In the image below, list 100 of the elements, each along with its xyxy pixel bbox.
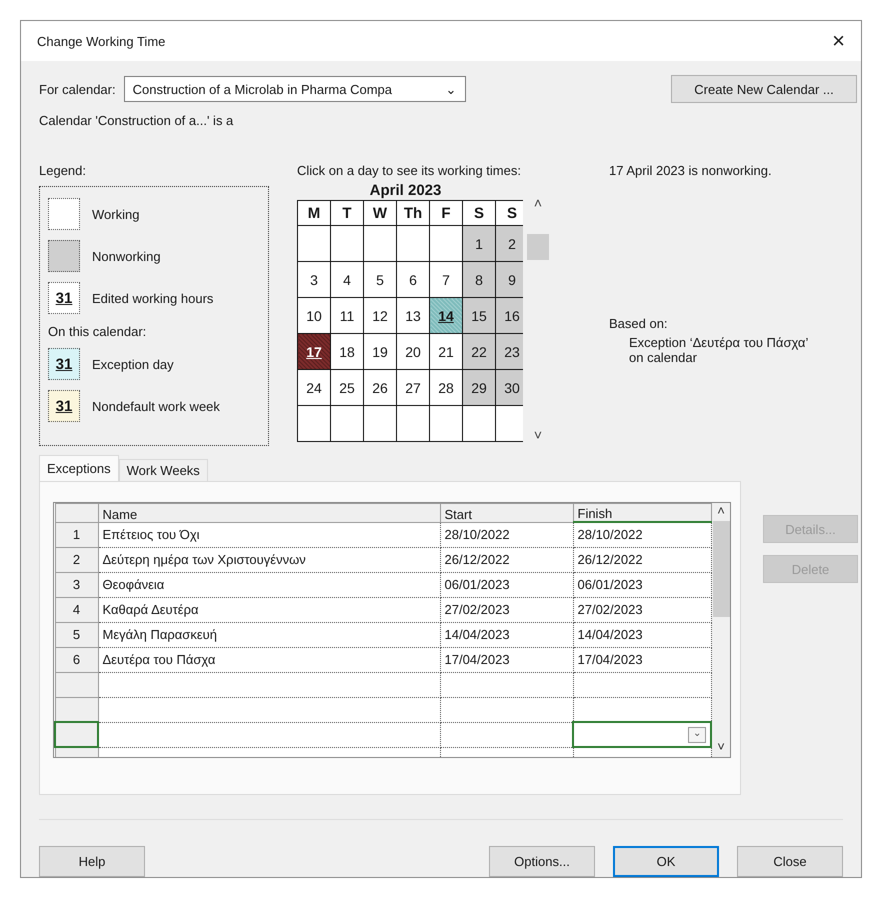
scrollbar-thumb[interactable] bbox=[527, 234, 549, 260]
day-cell[interactable]: 28 bbox=[430, 370, 462, 406]
day-cell[interactable]: 15 bbox=[462, 298, 496, 334]
name-cell[interactable]: Καθαρά Δευτέρα bbox=[98, 597, 440, 622]
legend-swatch bbox=[48, 240, 80, 272]
day-cell[interactable]: 19 bbox=[364, 334, 396, 370]
finish-cell[interactable]: 14/04/2023 bbox=[573, 622, 711, 647]
day-cell[interactable]: 7 bbox=[430, 262, 462, 298]
legend-text: Working bbox=[92, 206, 140, 222]
finish-cell[interactable]: 26/12/2022 bbox=[573, 547, 711, 572]
day-cell[interactable]: 8 bbox=[462, 262, 496, 298]
day-cell[interactable]: 23 bbox=[496, 334, 523, 370]
scroll-down-button[interactable]: ˅ bbox=[534, 428, 542, 442]
day-cell[interactable]: 11 bbox=[330, 298, 364, 334]
start-cell[interactable]: 14/04/2023 bbox=[440, 622, 573, 647]
finish-input[interactable]: ⌄ bbox=[573, 722, 711, 747]
legend-swatch bbox=[48, 198, 80, 230]
day-cell[interactable]: 13 bbox=[396, 298, 430, 334]
scrollbar-thumb[interactable] bbox=[712, 521, 730, 617]
day-cell[interactable]: 27 bbox=[396, 370, 430, 406]
calendar-dropdown[interactable]: Construction of a Microlab in Pharma Compa ⌄ bbox=[124, 76, 466, 102]
name-cell[interactable]: Δεύτερη ημέρα των Χριστουγέννων bbox=[98, 547, 440, 572]
day-cell[interactable]: 5 bbox=[364, 262, 396, 298]
day-cell[interactable]: 1 bbox=[462, 226, 496, 262]
name-cell[interactable]: Επέτειος του Όχι bbox=[98, 522, 440, 547]
scroll-up-button[interactable]: ˄ bbox=[534, 196, 542, 210]
day-cell[interactable]: 6 bbox=[396, 262, 430, 298]
legend-swatch: 31 bbox=[48, 348, 80, 380]
start-cell[interactable]: 26/12/2022 bbox=[440, 547, 573, 572]
tab[interactable]: Work Weeks bbox=[118, 459, 208, 481]
weekday-header: Th bbox=[396, 200, 430, 226]
help-button[interactable]: Help bbox=[39, 846, 145, 877]
day-cell[interactable]: 30 bbox=[496, 370, 523, 406]
dropdown-button[interactable]: ⌄ bbox=[688, 726, 706, 742]
weekday-header: T bbox=[330, 200, 364, 226]
column-header[interactable]: Finish bbox=[573, 504, 711, 522]
legend-text: Edited working hours bbox=[92, 290, 214, 306]
create-calendar-button[interactable]: Create New Calendar ... bbox=[671, 75, 857, 103]
close-button[interactable]: Close bbox=[737, 846, 843, 877]
legend-text: Exception day bbox=[92, 356, 174, 372]
month-title: April 2023 bbox=[368, 182, 442, 200]
legend-text: Nondefault work week bbox=[92, 398, 220, 414]
finish-cell[interactable]: 28/10/2022 bbox=[573, 522, 711, 547]
calendar-note: Calendar 'Construction of a...' is a bbox=[39, 113, 234, 130]
column-header[interactable]: Name bbox=[98, 504, 440, 522]
row-number: 1 bbox=[55, 522, 98, 547]
day-cell[interactable]: 17 bbox=[298, 334, 330, 370]
start-cell[interactable]: 06/01/2023 bbox=[440, 572, 573, 597]
start-cell[interactable]: 17/04/2023 bbox=[440, 647, 573, 672]
legend-swatch: 31 bbox=[48, 390, 80, 422]
tab[interactable]: Exceptions bbox=[39, 455, 119, 481]
field-label: For calendar: bbox=[39, 82, 116, 96]
row-number: 5 bbox=[55, 622, 98, 647]
day-cell[interactable]: 3 bbox=[298, 262, 330, 298]
column-header[interactable]: Start bbox=[440, 504, 573, 522]
weekday-header: F bbox=[430, 200, 462, 226]
finish-cell[interactable]: 27/02/2023 bbox=[573, 597, 711, 622]
legend-label: Legend: bbox=[39, 163, 87, 178]
day-cell[interactable]: 29 bbox=[462, 370, 496, 406]
day-cell[interactable]: 9 bbox=[496, 262, 523, 298]
day-cell[interactable]: 10 bbox=[298, 298, 330, 334]
row-number: 6 bbox=[55, 647, 98, 672]
legend-heading: On this calendar: bbox=[48, 324, 146, 338]
window-title: Change Working Time bbox=[37, 34, 166, 48]
start-cell[interactable]: 27/02/2023 bbox=[440, 597, 573, 622]
name-cell[interactable]: Θεοφάνεια bbox=[98, 572, 440, 597]
legend-swatch: 31 bbox=[48, 282, 80, 314]
day-cell[interactable]: 12 bbox=[364, 298, 396, 334]
weekday-header: W bbox=[364, 200, 396, 226]
weekday-header: S bbox=[496, 200, 523, 226]
based-on-text: Exception ‘Δευτέρα του Πάσχα’ on calendar bbox=[629, 335, 809, 365]
day-cell[interactable]: 26 bbox=[364, 370, 396, 406]
day-cell[interactable]: 20 bbox=[396, 334, 430, 370]
row-number: 4 bbox=[55, 597, 98, 622]
day-cell[interactable]: 4 bbox=[330, 262, 364, 298]
day-cell[interactable]: 21 bbox=[430, 334, 462, 370]
day-cell[interactable]: 2 bbox=[496, 226, 523, 262]
day-cell[interactable]: 18 bbox=[330, 334, 364, 370]
name-cell[interactable]: Μεγάλη Παρασκευή bbox=[98, 622, 440, 647]
day-cell[interactable]: 22 bbox=[462, 334, 496, 370]
row-number: 2 bbox=[55, 547, 98, 572]
calendar-prompt: Click on a day to see its working times: bbox=[297, 163, 522, 178]
options-button[interactable]: Options... bbox=[489, 846, 595, 877]
day-cell[interactable]: 25 bbox=[330, 370, 364, 406]
day-status: 17 April 2023 is nonworking. bbox=[609, 163, 773, 178]
legend-text: Nonworking bbox=[92, 248, 161, 264]
row-number: 3 bbox=[55, 572, 98, 597]
day-cell[interactable]: 24 bbox=[298, 370, 330, 406]
finish-cell[interactable]: 17/04/2023 bbox=[573, 647, 711, 672]
weekday-header: S bbox=[462, 200, 496, 226]
scroll-down-button[interactable]: ˅ bbox=[717, 739, 725, 757]
ok-button[interactable]: OK bbox=[613, 846, 719, 877]
day-cell[interactable]: 16 bbox=[496, 298, 523, 334]
based-on-label: Based on: bbox=[609, 316, 669, 331]
name-cell[interactable]: Δευτέρα του Πάσχα bbox=[98, 647, 440, 672]
scroll-up-button[interactable]: ˄ bbox=[717, 503, 725, 521]
day-cell[interactable]: 14 bbox=[430, 298, 462, 334]
finish-cell[interactable]: 06/01/2023 bbox=[573, 572, 711, 597]
start-cell[interactable]: 28/10/2022 bbox=[440, 522, 573, 547]
weekday-header: M bbox=[298, 200, 330, 226]
